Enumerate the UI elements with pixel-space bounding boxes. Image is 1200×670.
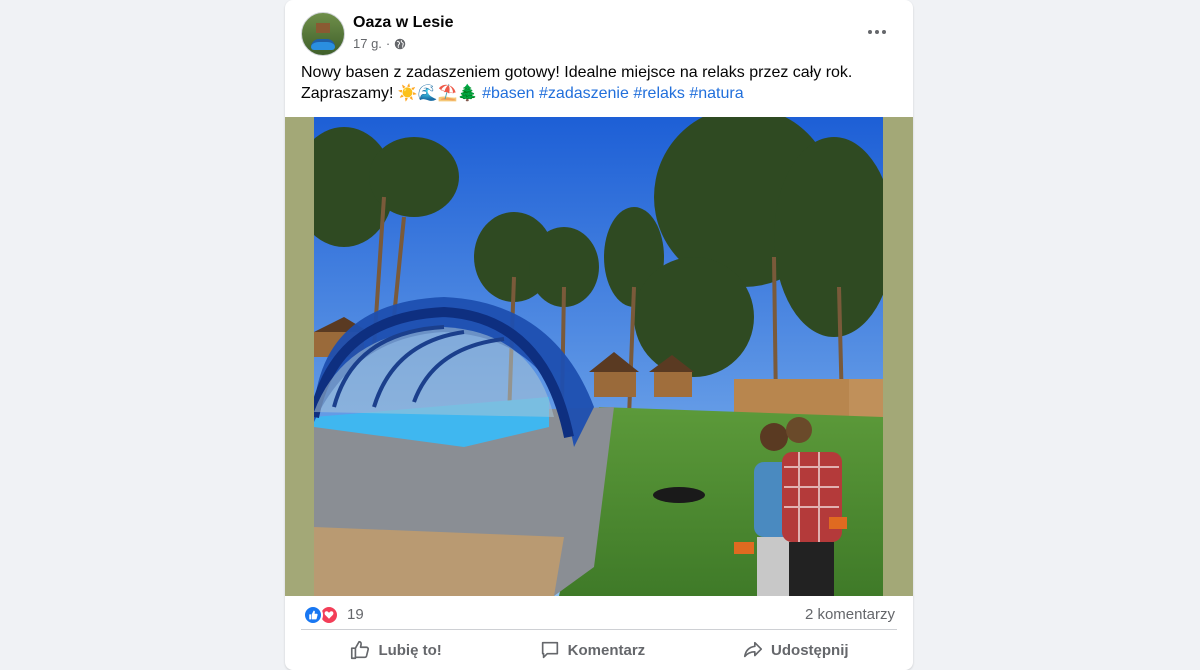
pool-photo-illustration [314, 117, 883, 596]
like-reaction-icon [303, 605, 323, 625]
post-text-invite: Zapraszamy! [301, 85, 398, 102]
reaction-icons[interactable] [303, 605, 343, 625]
covered-pool-photo[interactable] [314, 117, 883, 596]
more-dot [875, 30, 879, 34]
reactions-summary: 19 2 komentarzy [301, 603, 897, 630]
like-button[interactable]: Lubię to! [329, 633, 461, 667]
share-button[interactable]: Udostępnij [722, 633, 869, 667]
hashtag-zadaszenie[interactable]: #zadaszenie [539, 85, 629, 102]
post-time[interactable]: 17 g. [353, 36, 382, 51]
post-emojis: ☀️🌊⛱️🌲 [397, 85, 478, 102]
photo-container [285, 117, 913, 596]
avatar-cabin [316, 23, 330, 33]
globe-icon [395, 38, 406, 49]
post-text-line1: Nowy basen z zadaszeniem gotowy! Idealne… [301, 64, 853, 81]
post-header: Oaza w Lesie 17 g. · [301, 12, 897, 56]
hashtag-basen[interactable]: #basen [482, 85, 535, 102]
comments-count-link[interactable]: 2 komentarzy [805, 606, 895, 623]
more-dot [882, 30, 886, 34]
hashtag-relaks[interactable]: #relaks [633, 85, 685, 102]
like-button-label: Lubię to! [378, 641, 442, 659]
post-actions: Lubię to! Komentarz Udostępnij [301, 632, 897, 668]
post-message: Nowy basen z zadaszeniem gotowy! Idealne… [301, 62, 891, 104]
page-name-link[interactable]: Oaza w Lesie [353, 14, 454, 32]
comment-button-label: Komentarz [567, 641, 646, 659]
more-options-button[interactable] [863, 24, 891, 40]
comment-icon [541, 641, 558, 659]
share-button-label: Udostępnij [771, 641, 849, 659]
reaction-count[interactable]: 19 [347, 606, 364, 623]
hashtag-natura[interactable]: #natura [689, 85, 743, 102]
more-horizontal-icon [868, 30, 872, 34]
post-text-line2: Zapraszamy! ☀️🌊⛱️🌲 #basen #zadaszenie #r… [301, 83, 891, 104]
avatar-pool [311, 39, 335, 50]
meta-separator: · [385, 36, 391, 51]
page-avatar[interactable] [301, 12, 345, 56]
comment-button[interactable]: Komentarz [519, 633, 666, 667]
post-meta: 17 g. · [353, 36, 406, 51]
share-icon [743, 641, 763, 658]
post-card: Oaza w Lesie 17 g. · Nowy basen z zadasz… [285, 0, 913, 670]
thumbs-up-icon [351, 640, 370, 660]
